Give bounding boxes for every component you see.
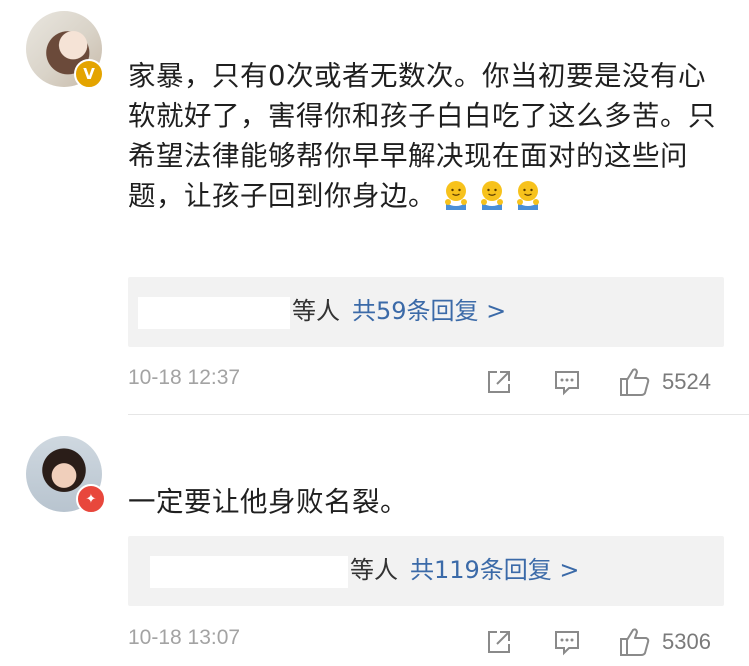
comment-icon (555, 631, 579, 656)
like-count: 5306 (662, 629, 711, 654)
share-button[interactable] (484, 622, 520, 662)
replies-summary: 等人 共119条回复 > (350, 552, 580, 588)
comment-item: V 家暴，只有0次或者无数次。你当初要是没有心软就好了，害得你和孩子白白吃了这么… (0, 0, 749, 414)
reply-button[interactable] (552, 622, 588, 662)
replies-preview[interactable]: 等人 共119条回复 > (128, 536, 724, 606)
share-icon (488, 631, 510, 653)
thumbs-up-icon (620, 368, 650, 396)
hug-emoji-icon (517, 181, 539, 210)
replies-others-label: 等人 (350, 556, 398, 584)
verified-badge-icon: V (74, 59, 104, 89)
comment-icon (555, 371, 579, 396)
comment-body: 一定要让他身败名裂。 (128, 486, 408, 518)
share-icon (488, 371, 510, 393)
replies-summary: 等人 共59条回复 > (292, 293, 506, 329)
comment-timestamp: 10-18 12:37 (128, 366, 241, 389)
share-button[interactable] (484, 362, 520, 402)
comment-item: ✦ 一定要让他身败名裂。 等人 共119条回复 > 10-18 13:07 53… (0, 416, 749, 666)
comment-footer: 10-18 13:07 5306 (128, 622, 749, 662)
member-badge-icon: ✦ (76, 484, 106, 514)
thumbs-up-icon (620, 628, 650, 656)
like-button[interactable]: 5524 (618, 362, 728, 402)
replies-preview[interactable]: 等人 共59条回复 > (128, 277, 724, 347)
comment-footer: 10-18 12:37 5524 (128, 362, 749, 402)
masked-usernames (150, 556, 348, 588)
masked-usernames (138, 297, 290, 329)
reply-button[interactable] (552, 362, 588, 402)
view-replies-link[interactable]: 共119条回复 > (410, 556, 580, 584)
comment-text: 一定要让他身败名裂。 (128, 482, 718, 522)
comment-text: 家暴，只有0次或者无数次。你当初要是没有心软就好了，害得你和孩子白白吃了这么多苦… (128, 56, 718, 216)
comment-body: 家暴，只有0次或者无数次。你当初要是没有心软就好了，害得你和孩子白白吃了这么多苦… (128, 60, 716, 212)
like-button[interactable]: 5306 (618, 622, 728, 662)
hug-emoji-icon (481, 181, 503, 210)
like-count: 5524 (662, 369, 711, 394)
view-replies-link[interactable]: 共59条回复 > (352, 297, 506, 325)
hug-emoji-icon (445, 181, 467, 210)
comment-divider (128, 414, 749, 415)
replies-others-label: 等人 (292, 297, 340, 325)
comment-timestamp: 10-18 13:07 (128, 626, 241, 649)
